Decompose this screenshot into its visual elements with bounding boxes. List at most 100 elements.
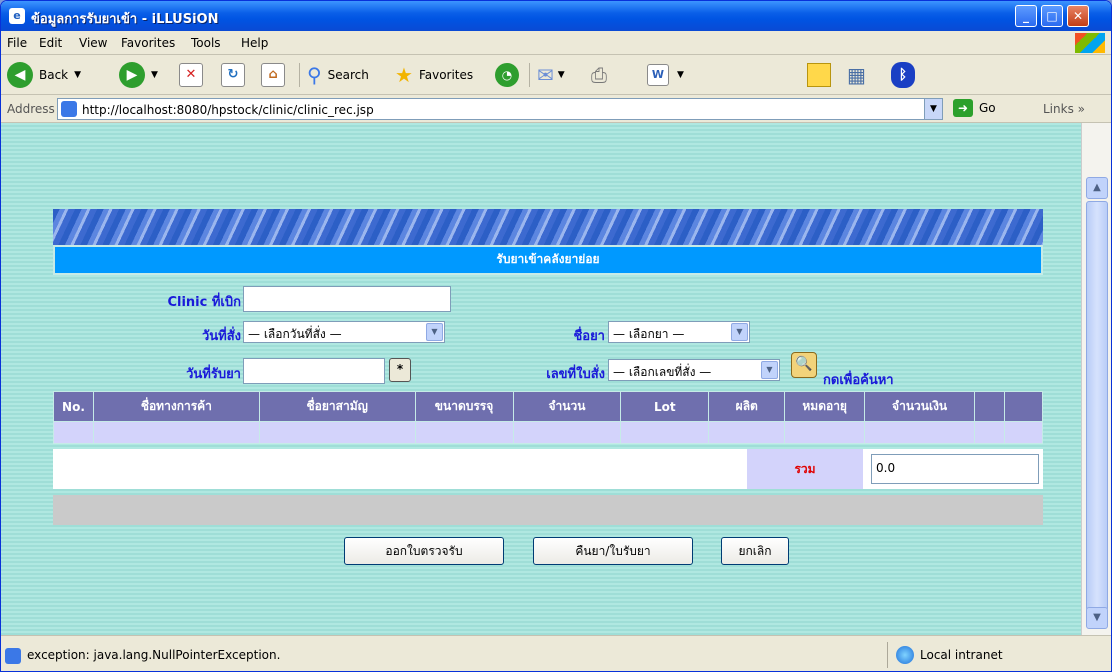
windows-logo-icon xyxy=(1075,33,1105,53)
toolbar: ◀ Back ▼ ▶ ▼ ✕ ↻ ⌂ ⚲ Search ★ Favorites … xyxy=(1,55,1111,95)
note-icon xyxy=(807,63,831,87)
vertical-scrollbar[interactable]: ▲ ▼ xyxy=(1081,123,1111,635)
go-button[interactable]: ➜ Go xyxy=(953,99,996,117)
favorites-label: Favorites xyxy=(418,68,474,82)
refresh-button[interactable]: ↻ xyxy=(221,61,245,89)
search-button[interactable]: ⚲ Search xyxy=(307,61,369,89)
forward-button[interactable]: ▶ ▼ xyxy=(119,61,158,89)
forward-dropdown-icon: ▼ xyxy=(151,70,158,80)
col-generic-name: ชื่อยาสามัญ xyxy=(258,391,416,422)
links-button[interactable]: Links » xyxy=(1043,102,1085,116)
header-banner xyxy=(53,209,1043,245)
star-icon: ★ xyxy=(395,63,413,87)
total-label: รวม xyxy=(747,449,863,489)
back-arrow-icon: ◀ xyxy=(7,62,33,88)
order-date-label: วันที่สั่ง xyxy=(201,329,241,344)
col-pack-size: ขนาดบรรจุ xyxy=(414,391,514,422)
title-bar: e ข้อมูลการรับยาเข้า - iLLUSiON _ □ ✕ xyxy=(1,1,1111,31)
col-mfg: ผลิต xyxy=(708,391,786,422)
search-icon: ⚲ xyxy=(307,63,322,87)
go-label: Go xyxy=(979,101,996,115)
search-link[interactable]: กดเพื่อค้นหา xyxy=(823,369,894,390)
browser-window: e ข้อมูลการรับยาเข้า - iLLUSiON _ □ ✕ Fi… xyxy=(0,0,1112,672)
ie-page-icon: e xyxy=(9,8,25,24)
menu-favorites[interactable]: Favorites xyxy=(121,36,175,50)
go-arrow-icon: ➜ xyxy=(953,99,973,117)
mail-button[interactable]: ✉ ▼ xyxy=(537,61,565,89)
drug-name-dropdown-icon: ▼ xyxy=(731,323,748,341)
research-button[interactable]: ▦ xyxy=(847,61,866,89)
col-extra-1 xyxy=(974,391,1005,422)
bluetooth-icon: ᛒ xyxy=(891,62,915,88)
research-icon: ▦ xyxy=(847,63,866,87)
drug-table: No. ชื่อทางการค้า ชื่อยาสามัญ ขนาดบรรจุ … xyxy=(53,391,1044,444)
col-extra-2 xyxy=(1003,391,1044,422)
order-no-select[interactable]: — เลือกเลขที่สั่ง — ▼ xyxy=(608,359,780,381)
address-label: Address xyxy=(7,102,55,116)
window-title: ข้อมูลการรับยาเข้า - iLLUSiON xyxy=(31,12,219,27)
search-folder-icon[interactable]: 🔍 xyxy=(791,352,817,378)
security-zone: Local intranet xyxy=(887,642,1107,668)
menu-tools[interactable]: Tools xyxy=(191,36,221,50)
issue-inspection-button[interactable]: ออกใบตรวจรับ xyxy=(344,537,504,565)
minimize-button[interactable]: _ xyxy=(1015,5,1037,27)
maximize-button[interactable]: □ xyxy=(1041,5,1063,27)
print-button[interactable]: ⎙ xyxy=(591,61,607,89)
return-receipt-button[interactable]: คืนยา/ใบรับยา xyxy=(533,537,693,565)
scroll-up-icon[interactable]: ▲ xyxy=(1086,177,1108,199)
history-button[interactable]: ◔ xyxy=(495,61,519,89)
edit-button[interactable]: W ▼ xyxy=(647,61,684,89)
mail-dropdown-icon: ▼ xyxy=(557,70,565,80)
drug-name-value: — เลือกยา — xyxy=(613,327,685,341)
stop-button[interactable]: ✕ xyxy=(179,61,203,89)
home-button[interactable]: ⌂ xyxy=(261,61,285,89)
date-picker-button[interactable]: * xyxy=(389,358,411,382)
total-input[interactable]: 0.0 xyxy=(871,454,1039,484)
links-label: Links xyxy=(1043,102,1074,116)
order-date-dropdown-icon: ▼ xyxy=(426,323,443,341)
col-amount: จำนวนเงิน xyxy=(864,391,976,422)
clinic-label: Clinic ที่เบิก xyxy=(167,295,241,310)
status-text: exception: java.lang.NullPointerExceptio… xyxy=(27,648,281,662)
search-label: Search xyxy=(327,68,369,82)
edit-dropdown-icon: ▼ xyxy=(677,70,684,80)
order-no-value: — เลือกเลขที่สั่ง — xyxy=(613,365,712,379)
order-no-dropdown-icon: ▼ xyxy=(761,361,778,379)
word-icon: W xyxy=(647,64,669,86)
order-date-value: — เลือกวันที่สั่ง — xyxy=(248,327,342,341)
drug-name-label: ชื่อยา xyxy=(573,329,605,344)
receive-date-label: วันที่รับยา xyxy=(186,367,241,382)
intranet-icon xyxy=(896,646,914,664)
menu-help[interactable]: Help xyxy=(241,36,268,50)
total-row: รวม 0.0 xyxy=(53,449,1043,489)
address-dropdown-icon[interactable]: ▼ xyxy=(924,99,942,119)
table-row xyxy=(53,421,1044,444)
order-no-label: เลขที่ใบสั่ง xyxy=(546,367,605,382)
order-date-select[interactable]: — เลือกวันที่สั่ง — ▼ xyxy=(243,321,445,343)
menu-file[interactable]: File xyxy=(7,36,27,50)
history-icon: ◔ xyxy=(495,63,519,87)
col-quantity: จำนวน xyxy=(512,391,622,422)
stop-icon: ✕ xyxy=(179,63,203,87)
favorites-button[interactable]: ★ Favorites xyxy=(395,61,473,89)
scroll-down-icon[interactable]: ▼ xyxy=(1086,607,1108,629)
menu-edit[interactable]: Edit xyxy=(39,36,62,50)
receive-date-input[interactable] xyxy=(243,358,385,384)
status-bar: exception: java.lang.NullPointerExceptio… xyxy=(1,635,1111,671)
clinic-input[interactable] xyxy=(243,286,451,312)
address-url: http://localhost:8080/hpstock/clinic/cli… xyxy=(82,103,374,117)
footer-bar xyxy=(53,495,1043,525)
discuss-button[interactable] xyxy=(807,61,831,89)
status-page-icon xyxy=(5,648,21,664)
close-button[interactable]: ✕ xyxy=(1067,5,1089,27)
back-button[interactable]: ◀ Back ▼ xyxy=(7,61,81,89)
print-icon: ⎙ xyxy=(591,63,607,87)
mail-icon: ✉ xyxy=(537,63,554,87)
scroll-thumb[interactable] xyxy=(1086,201,1108,611)
drug-name-select[interactable]: — เลือกยา — ▼ xyxy=(608,321,750,343)
address-input[interactable]: http://localhost:8080/hpstock/clinic/cli… xyxy=(57,98,943,120)
cancel-button[interactable]: ยกเลิก xyxy=(721,537,789,565)
bluetooth-button[interactable]: ᛒ xyxy=(891,61,915,89)
back-label: Back xyxy=(39,68,69,82)
menu-view[interactable]: View xyxy=(79,36,107,50)
